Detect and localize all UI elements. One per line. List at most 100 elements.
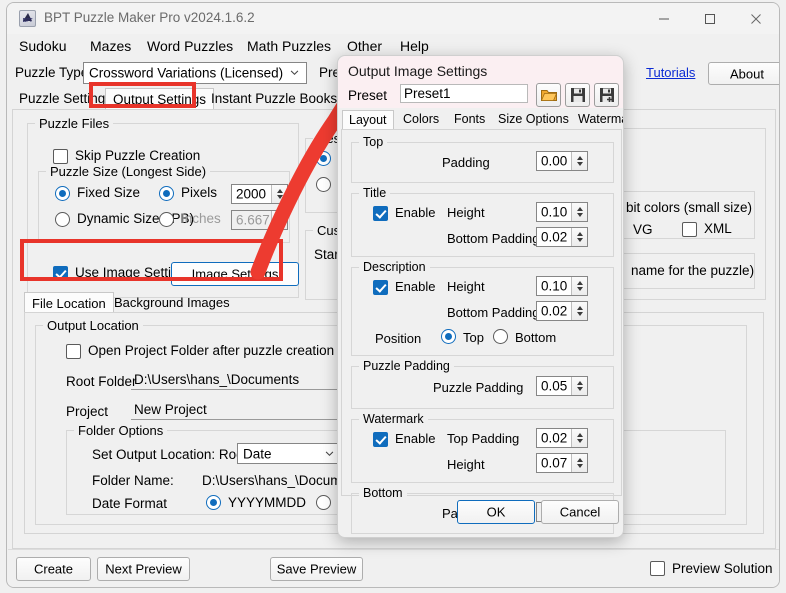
description-height-spinner[interactable]: 0.10 [536, 276, 588, 296]
inches-spin-buttons [271, 211, 287, 229]
description-position-top-radio[interactable] [441, 329, 456, 344]
desc-bp-spin-down[interactable] [572, 311, 588, 320]
use-image-settings-checkbox[interactable] [53, 266, 68, 281]
top-padding-spin-down[interactable] [572, 161, 588, 170]
next-preview-button-label: Next Preview [98, 562, 189, 577]
create-button[interactable]: Create [16, 557, 91, 581]
open-preset-button[interactable] [536, 83, 561, 107]
resolution-96-radio[interactable] [316, 177, 331, 192]
save-preview-button[interactable]: Save Preview [270, 557, 363, 581]
description-enable-checkbox[interactable] [373, 280, 388, 295]
puzzle-type-combobox[interactable]: Crossword Variations (Licensed) [83, 62, 307, 84]
pixels-radio[interactable] [159, 186, 174, 201]
close-button[interactable] [733, 3, 779, 34]
pixels-spin-buttons[interactable] [271, 185, 287, 203]
title-height-spin-down[interactable] [572, 212, 588, 221]
xml-checkbox[interactable] [682, 222, 697, 237]
wm-tp-spin-down[interactable] [572, 438, 588, 447]
title-height-label: Height [447, 205, 485, 220]
pixels-spin-down[interactable] [272, 194, 288, 203]
description-height-spin-buttons[interactable] [571, 277, 587, 295]
wm-tp-spin-up[interactable] [572, 429, 588, 438]
top-padding-spinner[interactable]: 0.00 [536, 151, 588, 171]
title-bp-spin-down[interactable] [572, 237, 588, 246]
title-bottom-padding-spin-buttons[interactable] [571, 228, 587, 246]
dialog-tab-layout[interactable]: Layout [342, 110, 394, 130]
menu-item-math-puzzles[interactable]: Math Puzzles [247, 38, 331, 54]
set-output-location-label: Set Output Location: Root \ [92, 447, 255, 462]
tab-file-location[interactable]: File Location [24, 292, 114, 314]
wm-h-spin-down[interactable] [572, 463, 588, 472]
description-position-bottom-radio[interactable] [493, 329, 508, 344]
title-height-spin-up[interactable] [572, 203, 588, 212]
pp-spin-up[interactable] [572, 377, 588, 386]
fixed-size-label: Fixed Size [77, 185, 140, 200]
next-preview-button[interactable]: Next Preview [97, 557, 190, 581]
tab-instant-puzzle-books[interactable]: Instant Puzzle Books [204, 88, 344, 110]
save-preset-button[interactable] [565, 83, 590, 107]
dialog-ok-button[interactable]: OK [457, 500, 535, 524]
dynamic-size-radio[interactable] [55, 212, 70, 227]
title-enable-checkbox[interactable] [373, 206, 388, 221]
inches-radio[interactable] [159, 212, 174, 227]
dialog-tab-colors[interactable]: Colors [397, 110, 445, 130]
pixels-spinner[interactable]: 2000 [231, 184, 288, 204]
tutorials-link[interactable]: Tutorials [646, 65, 695, 80]
image-settings-button[interactable]: Image Settings [171, 262, 299, 286]
dialog-preset-input[interactable] [400, 84, 528, 103]
window-titlebar: BPT BPT Puzzle Maker Pro v2024.1.6.2 [7, 3, 779, 34]
top-padding-spin-buttons[interactable] [571, 152, 587, 170]
maximize-button[interactable] [687, 3, 733, 34]
desc-h-spin-up[interactable] [572, 277, 588, 286]
title-height-spin-buttons[interactable] [571, 203, 587, 221]
tab-puzzle-settings[interactable]: Puzzle Settings [12, 88, 119, 110]
folder-date-combobox[interactable]: Date [237, 443, 342, 464]
fixed-size-radio[interactable] [55, 186, 70, 201]
dialog-tab-size-options[interactable]: Size Options [492, 110, 575, 130]
title-bp-spin-up[interactable] [572, 228, 588, 237]
project-label: Project [66, 404, 108, 419]
minimize-button[interactable] [641, 3, 687, 34]
menu-item-help[interactable]: Help [400, 38, 429, 54]
pp-spin-down[interactable] [572, 386, 588, 395]
wm-h-spin-up[interactable] [572, 454, 588, 463]
date-format-yyyymmdd-radio[interactable] [206, 495, 221, 510]
maximize-icon [704, 13, 716, 25]
preview-solution-checkbox[interactable] [650, 561, 665, 576]
puzzle-padding-spin-buttons[interactable] [571, 377, 587, 395]
dialog-tab-watermark[interactable]: Watermark [572, 110, 624, 130]
open-project-folder-checkbox[interactable] [66, 344, 81, 359]
description-bottom-padding-spinner[interactable]: 0.02 [536, 301, 588, 321]
resolution-300-radio[interactable] [316, 151, 331, 166]
top-padding-spin-up[interactable] [572, 152, 588, 161]
menu-item-mazes[interactable]: Mazes [90, 38, 131, 54]
dialog-tab-fonts[interactable]: Fonts [448, 110, 491, 130]
puzzle-files-group-label: Puzzle Files [35, 116, 113, 131]
title-bottom-padding-spinner[interactable]: 0.02 [536, 227, 588, 247]
menu-item-other[interactable]: Other [347, 38, 382, 54]
description-bp-spin-buttons[interactable] [571, 302, 587, 320]
folder-date-value: Date [243, 446, 272, 461]
wm-tp-spin-buttons[interactable] [571, 429, 587, 447]
inches-spin-down [272, 220, 288, 229]
wm-h-spin-buttons[interactable] [571, 454, 587, 472]
tab-output-settings[interactable]: Output Settings [105, 88, 214, 110]
pixels-spin-up[interactable] [272, 185, 288, 194]
tab-background-images[interactable]: Background Images [107, 292, 237, 314]
desc-h-spin-down[interactable] [572, 286, 588, 295]
open-project-folder-label: Open Project Folder after puzzle creatio… [88, 343, 334, 358]
menu-item-sudoku[interactable]: Sudoku [19, 38, 66, 54]
desc-bp-spin-up[interactable] [572, 302, 588, 311]
title-height-spinner[interactable]: 0.10 [536, 202, 588, 222]
skip-puzzle-creation-checkbox[interactable] [53, 149, 68, 164]
menu-item-word-puzzles[interactable]: Word Puzzles [147, 38, 233, 54]
save-as-preset-button[interactable] [594, 83, 619, 107]
watermark-enable-checkbox[interactable] [373, 432, 388, 447]
watermark-height-spinner[interactable]: 0.07 [536, 453, 588, 473]
date-format-dashed-radio[interactable] [316, 495, 331, 510]
top-padding-value: 0.00 [541, 154, 567, 169]
puzzle-padding-spinner[interactable]: 0.05 [536, 376, 588, 396]
dialog-cancel-button[interactable]: Cancel [541, 500, 619, 524]
watermark-top-padding-spinner[interactable]: 0.02 [536, 428, 588, 448]
about-button[interactable]: About [708, 62, 780, 85]
